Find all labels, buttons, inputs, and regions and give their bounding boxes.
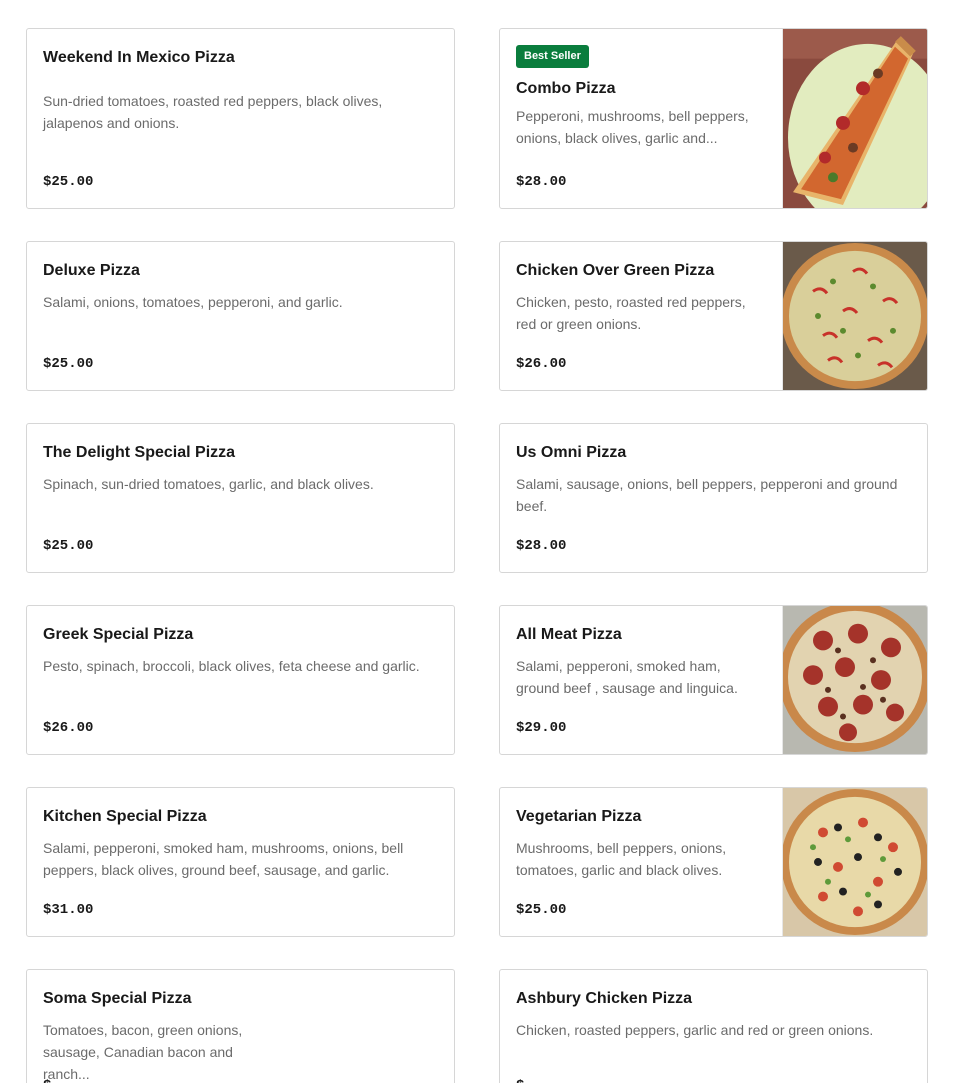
item-description: Salami, sausage, onions, bell peppers, p… (516, 476, 898, 514)
menu-item-card[interactable]: Chicken Over Green Pizza Chicken, pesto,… (499, 241, 928, 391)
veggie-pizza-photo (782, 788, 927, 936)
item-description: Pepperoni, mushrooms, bell peppers, onio… (516, 108, 749, 146)
item-name: The Delight Special Pizza (43, 444, 236, 461)
item-name: Us Omni Pizza (516, 444, 627, 461)
item-price: $25.00 (43, 174, 94, 190)
pizza-slice-photo (782, 29, 927, 208)
item-price: $ (43, 1077, 51, 1083)
menu-item-card[interactable]: Us Omni Pizza Salami, sausage, onions, b… (499, 423, 928, 573)
item-description: Tomatoes, bacon, green onions, sausage, … (43, 1022, 243, 1082)
item-price: $25.00 (43, 356, 94, 372)
item-price: $25.00 (516, 902, 567, 918)
menu-item-card[interactable]: Weekend In Mexico Pizza Sun-dried tomato… (26, 28, 455, 209)
menu-item-card[interactable]: Ashbury Chicken Pizza Chicken, roasted p… (499, 969, 928, 1083)
item-name: Vegetarian Pizza (516, 808, 642, 825)
menu-item-card[interactable]: All Meat Pizza Salami, pepperoni, smoked… (499, 605, 928, 755)
item-name: Kitchen Special Pizza (43, 808, 207, 825)
item-price: $28.00 (516, 174, 567, 190)
menu-item-card[interactable]: Soma Special Pizza Tomatoes, bacon, gree… (26, 969, 455, 1083)
item-description: Pesto, spinach, broccoli, black olives, … (43, 658, 420, 674)
item-price: $28.00 (516, 538, 567, 554)
menu-item-card[interactable]: Deluxe Pizza Salami, onions, tomatoes, p… (26, 241, 455, 391)
item-price: $31.00 (43, 902, 94, 918)
item-name: Soma Special Pizza (43, 990, 192, 1007)
best-seller-badge: Best Seller (516, 45, 589, 68)
item-price: $29.00 (516, 720, 567, 736)
item-name: Ashbury Chicken Pizza (516, 990, 693, 1007)
item-name: Deluxe Pizza (43, 262, 140, 279)
item-name: Weekend In Mexico Pizza (43, 49, 235, 66)
menu-item-card[interactable]: The Delight Special Pizza Spinach, sun-d… (26, 423, 455, 573)
item-name: Chicken Over Green Pizza (516, 262, 715, 279)
menu-item-card[interactable]: Greek Special Pizza Pesto, spinach, broc… (26, 605, 455, 755)
green-pizza-photo (782, 242, 927, 390)
meat-pizza-photo (782, 606, 927, 754)
item-description: Mushrooms, bell peppers, onions, tomatoe… (516, 840, 727, 878)
item-price: $26.00 (43, 720, 94, 736)
menu-item-card[interactable]: Best Seller Combo Pizza Pepperoni, mushr… (499, 28, 928, 209)
item-description: Salami, onions, tomatoes, pepperoni, and… (43, 294, 343, 310)
menu-grid: Weekend In Mexico Pizza Sun-dried tomato… (0, 0, 970, 1083)
item-description: Chicken, roasted peppers, garlic and red… (516, 1022, 874, 1038)
item-description: Salami, pepperoni, smoked ham, ground be… (516, 658, 738, 696)
item-name: All Meat Pizza (516, 626, 622, 643)
menu-item-card[interactable]: Vegetarian Pizza Mushrooms, bell peppers… (499, 787, 928, 937)
item-description: Salami, pepperoni, smoked ham, mushrooms… (43, 840, 404, 878)
item-description: Spinach, sun-dried tomatoes, garlic, and… (43, 476, 374, 492)
menu-item-card[interactable]: Kitchen Special Pizza Salami, pepperoni,… (26, 787, 455, 937)
item-price: $ (516, 1077, 524, 1083)
item-name: Greek Special Pizza (43, 626, 194, 643)
item-description: Sun-dried tomatoes, roasted red peppers,… (43, 93, 383, 131)
item-price: $26.00 (516, 356, 567, 372)
item-name: Combo Pizza (516, 80, 616, 97)
item-price: $25.00 (43, 538, 94, 554)
item-description: Chicken, pesto, roasted red peppers, red… (516, 294, 746, 332)
